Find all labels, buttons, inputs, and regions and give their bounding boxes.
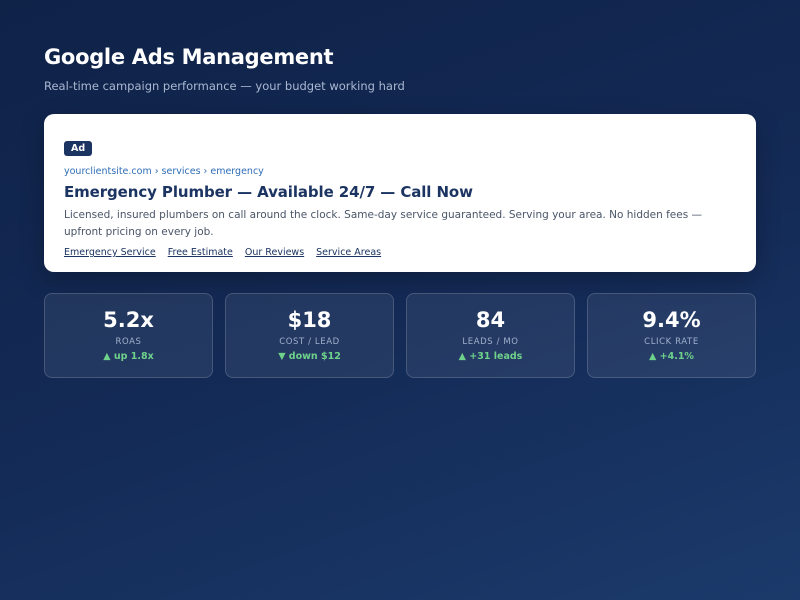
stat-delta: ▲ +31 leads [458,351,523,362]
ad-description: Licensed, insured plumbers on call aroun… [64,209,703,238]
stat-label: ROAS [115,337,142,347]
stat-delta: ▲ +4.1% [649,351,694,362]
ad-badge: Ad [64,141,93,156]
stat-card-leads-per-month: 84 LEADS / MO ▲ +31 leads [406,293,575,378]
stat-delta: ▼ down $12 [278,351,341,362]
stat-card-roas: 5.2x ROAS ▲ up 1.8x [44,293,213,378]
stat-label: CLICK RATE [644,337,699,347]
page-title: Google Ads Management [44,45,334,69]
sitelink-our-reviews[interactable]: Our Reviews [245,247,304,258]
page-subtitle: Real-time campaign performance — your bu… [44,79,405,93]
ad-sitelinks: Emergency Service Free Estimate Our Revi… [64,247,736,258]
stat-card-cost-per-lead: $18 COST / LEAD ▼ down $12 [225,293,394,378]
sitelink-service-areas[interactable]: Service Areas [316,247,381,258]
stat-value: 9.4% [642,308,701,332]
stat-label: LEADS / MO [462,337,519,347]
ad-display-url[interactable]: yourclientsite.com › services › emergenc… [64,166,736,177]
stat-value: 84 [475,308,506,332]
stats-row: 5.2x ROAS ▲ up 1.8x $18 COST / LEAD ▼ do… [44,293,756,378]
stat-delta: ▲ up 1.8x [103,351,154,362]
sitelink-free-estimate[interactable]: Free Estimate [168,247,233,258]
sitelink-emergency-service[interactable]: Emergency Service [64,247,156,258]
ad-headline[interactable]: Emergency Plumber — Available 24/7 — Cal… [64,183,736,201]
ad-preview-card: Ad yourclientsite.com › services › emerg… [44,114,756,272]
stat-label: COST / LEAD [279,337,340,347]
stat-value: $18 [287,308,332,332]
stat-card-click-rate: 9.4% CLICK RATE ▲ +4.1% [587,293,756,378]
stat-value: 5.2x [103,308,154,332]
